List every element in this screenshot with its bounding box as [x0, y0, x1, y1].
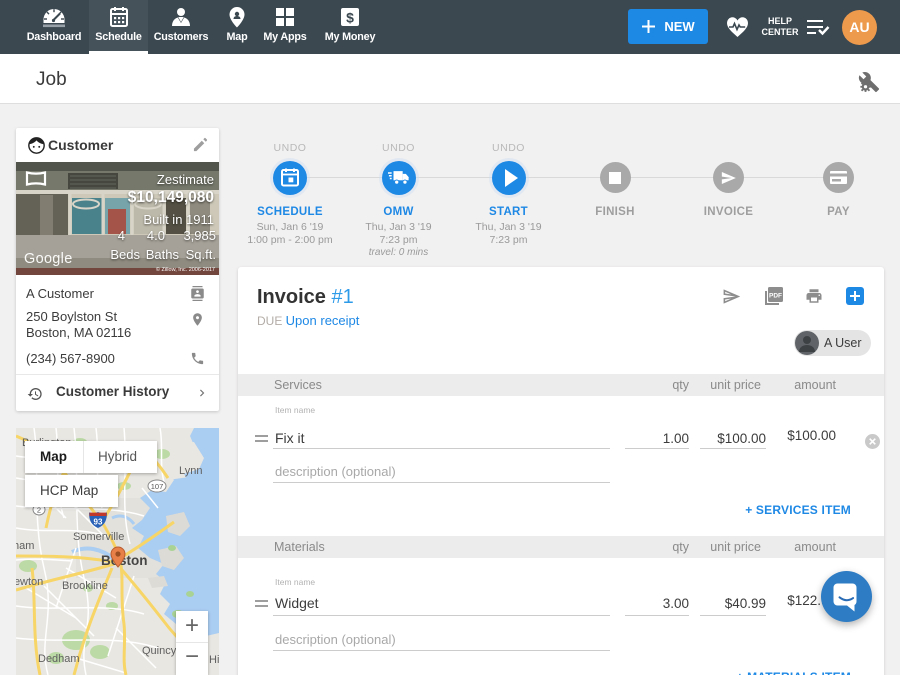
svg-text:PDF: PDF: [769, 293, 782, 300]
svg-text:Somerville: Somerville: [73, 531, 124, 543]
svg-text:93: 93: [94, 518, 103, 527]
svg-text:Hi: Hi: [209, 654, 219, 666]
svg-text:ham: ham: [16, 540, 34, 552]
svg-text:$: $: [346, 10, 354, 26]
svg-text:Newton: Newton: [16, 576, 43, 588]
svg-text:Dedham: Dedham: [38, 653, 80, 665]
svg-text:Quincy: Quincy: [142, 645, 177, 657]
svg-text:Lynn: Lynn: [179, 465, 202, 477]
svg-text:107: 107: [151, 482, 164, 491]
svg-text:Brookline: Brookline: [62, 580, 108, 592]
